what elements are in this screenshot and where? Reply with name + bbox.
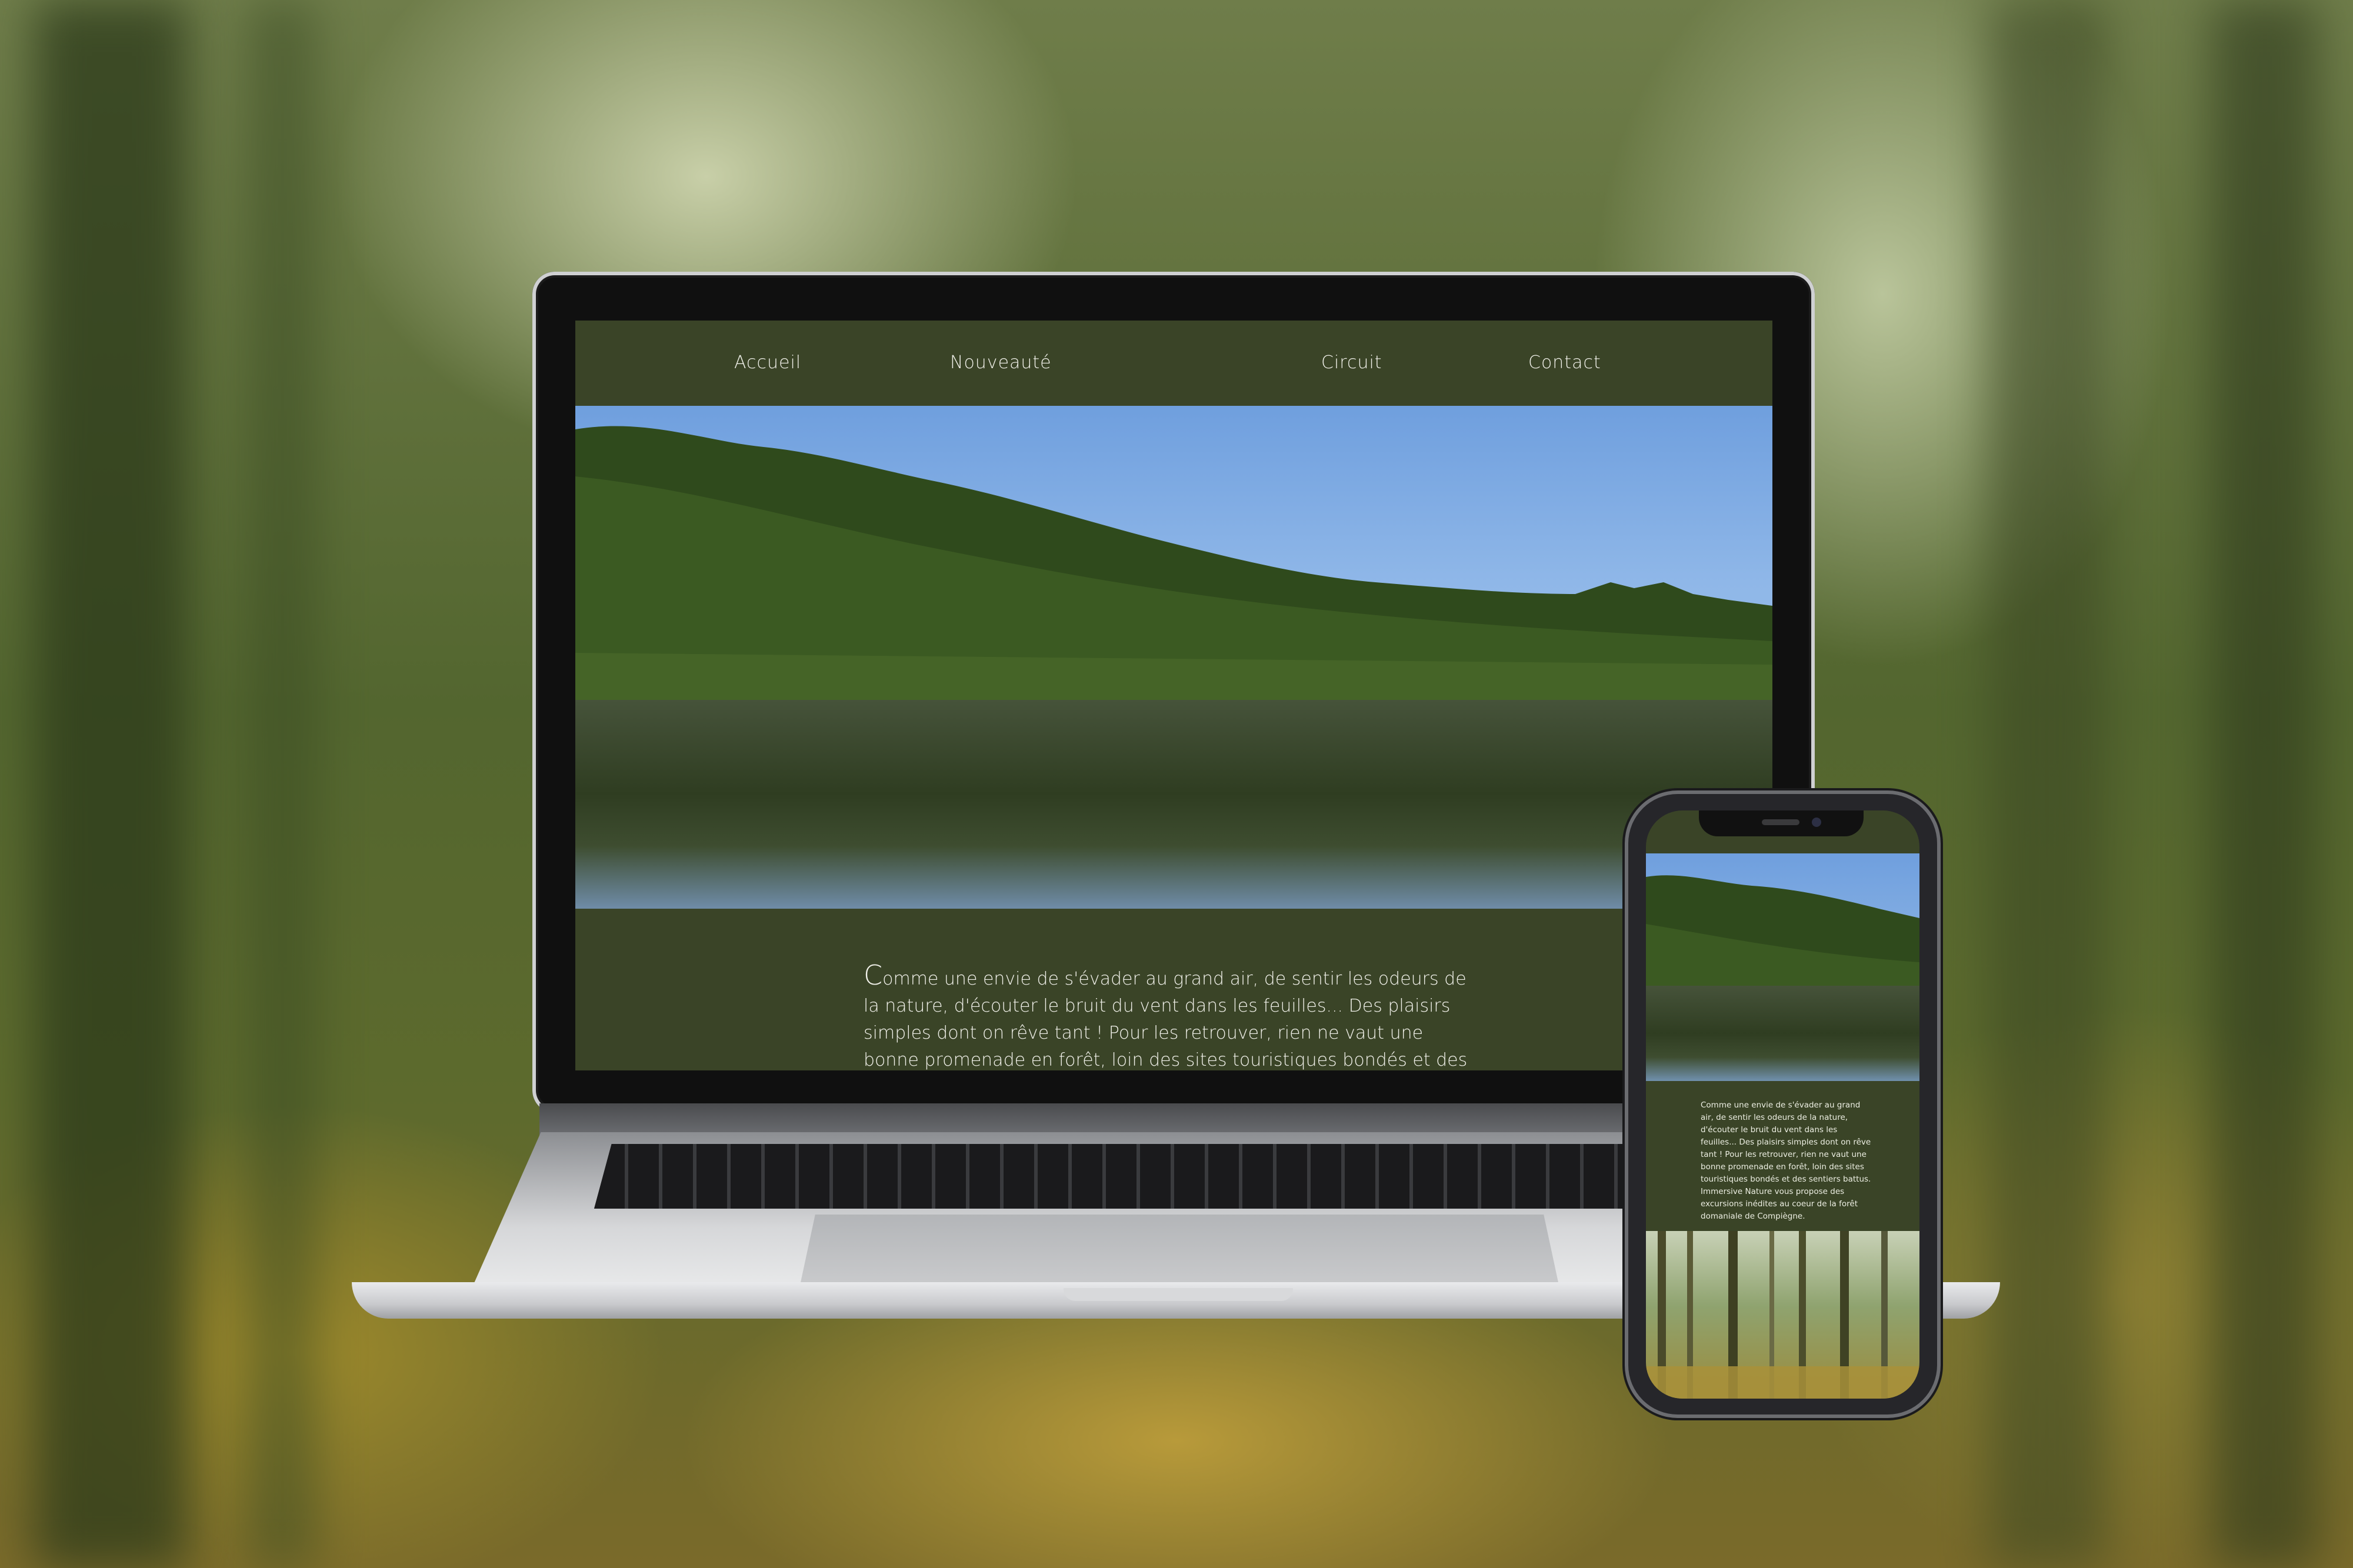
nav-link-contact[interactable]: Contact	[1528, 345, 1601, 381]
phone-lake-reflection	[1646, 986, 1919, 1081]
lake-reflection	[575, 700, 1772, 909]
laptop-keyboard	[594, 1144, 1756, 1209]
intro-body: omme une envie de s'évader au grand air,…	[864, 969, 1468, 1070]
main-nav: Accueil Nouveauté Circuit Contact	[575, 321, 1772, 406]
hero-lake-image	[575, 406, 1772, 909]
phone-screen: Comme une envie de s'évader au grand air…	[1646, 810, 1919, 1399]
forest-treeline	[575, 426, 1772, 712]
intro-section: Comme une envie de s'évader au grand air…	[575, 909, 1625, 1070]
phone-speaker	[1762, 819, 1799, 825]
nav-link-circuit[interactable]: Circuit	[1321, 345, 1382, 381]
phone-forest-trunks	[1646, 1231, 1919, 1399]
phone-forest-treeline	[1646, 875, 1919, 992]
laptop-screen: Accueil Nouveauté Circuit Contact Comme …	[575, 321, 1772, 1070]
laptop-opening-notch	[1064, 1288, 1293, 1301]
nav-link-nouveaute[interactable]: Nouveauté	[950, 345, 1052, 381]
tree-trunk-blur	[1988, 0, 2106, 1568]
camera-icon	[1812, 818, 1821, 827]
intro-dropcap: C	[864, 959, 883, 991]
tree-trunk-blur	[247, 0, 318, 1568]
laptop-trackpad	[800, 1215, 1559, 1285]
intro-paragraph: Comme une envie de s'évader au grand air…	[864, 962, 1469, 1070]
tree-trunk-blur	[35, 0, 188, 1568]
phone-forest-image	[1646, 1231, 1919, 1399]
nav-link-accueil[interactable]: Accueil	[734, 345, 801, 381]
tree-trunk-blur	[2212, 0, 2318, 1568]
phone-hero-lake-image	[1646, 853, 1919, 1081]
phone-intro-paragraph: Comme une envie de s'évader au grand air…	[1701, 1100, 1871, 1221]
